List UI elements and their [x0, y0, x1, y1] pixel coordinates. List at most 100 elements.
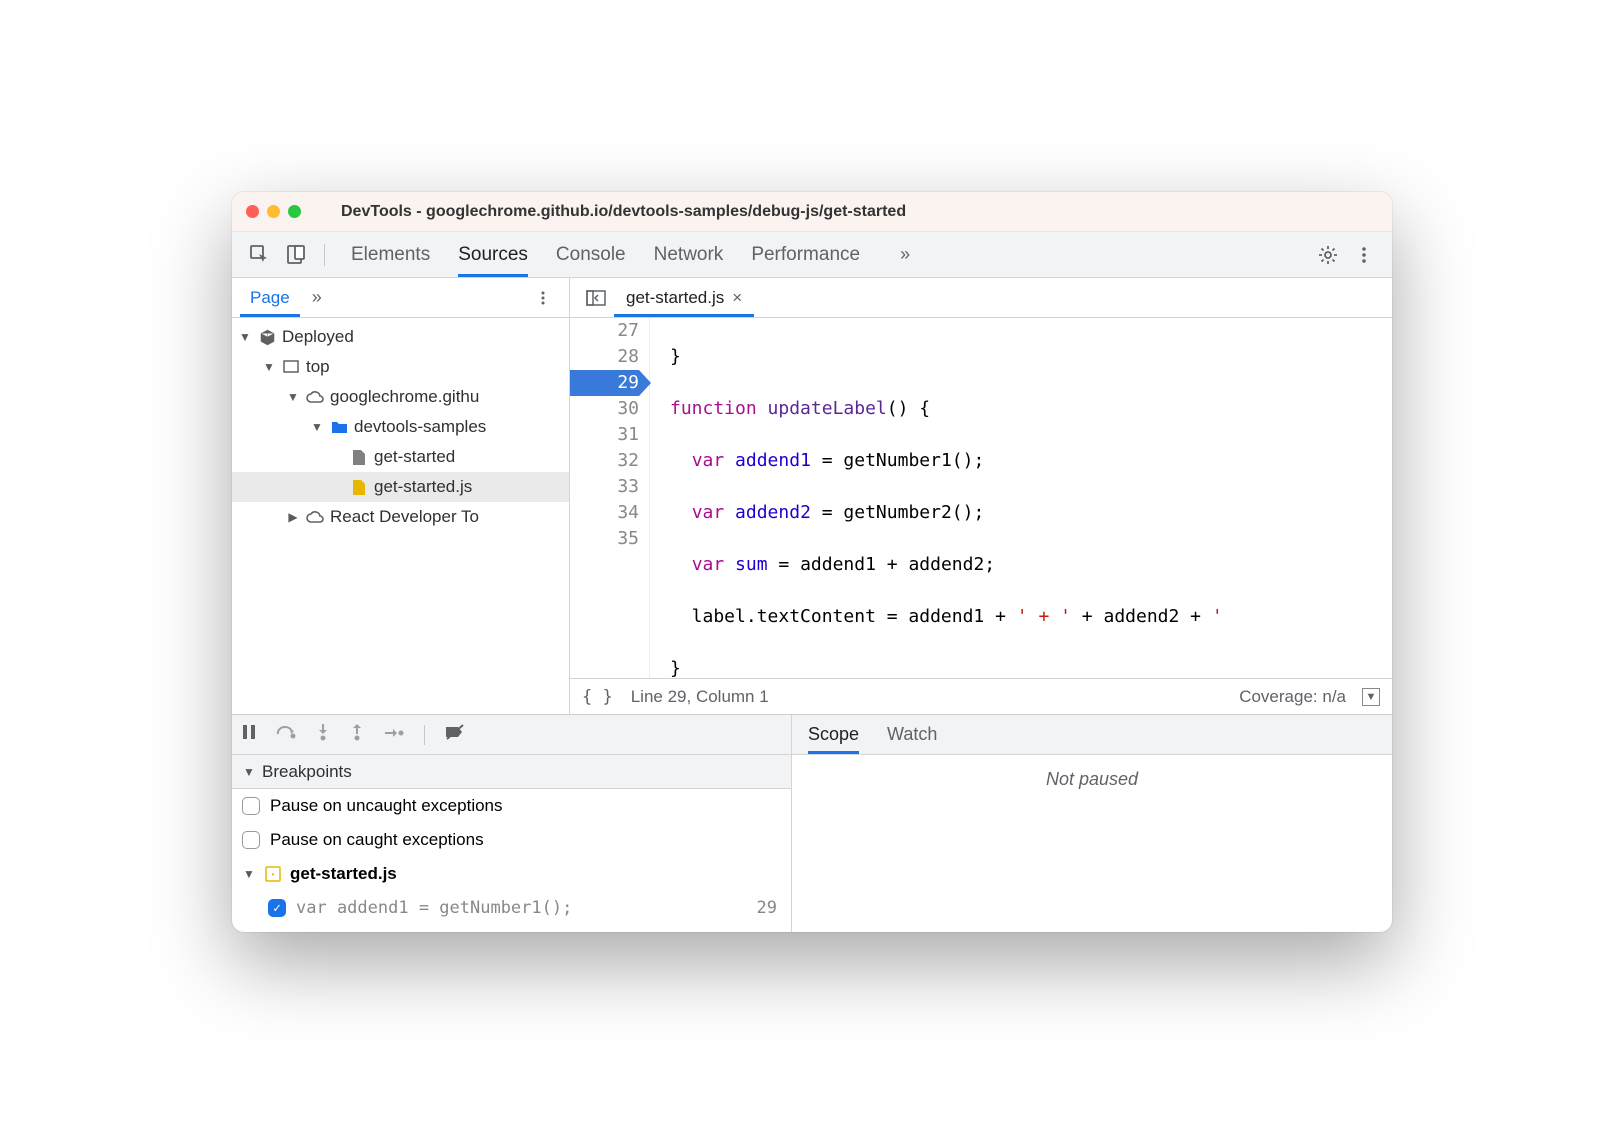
- editor-panel: get-started.js × 27 28 29 30 31 32 33 34: [570, 278, 1392, 714]
- source-text[interactable]: } function updateLabel() { var addend1 =…: [650, 318, 1392, 678]
- coverage-toggle-icon[interactable]: ▼: [1362, 688, 1380, 706]
- chevron-down-icon: ▼: [242, 765, 256, 779]
- tab-performance[interactable]: Performance: [751, 232, 860, 277]
- editor-tabbar: get-started.js ×: [570, 278, 1392, 318]
- divider: [324, 244, 325, 266]
- traffic-lights: [246, 205, 301, 218]
- breakpoint-marker[interactable]: 29: [570, 370, 639, 396]
- settings-icon[interactable]: [1316, 243, 1340, 267]
- navigator-sidebar: Page » ▼ Deployed ▼ top: [232, 278, 570, 714]
- cursor-position: Line 29, Column 1: [631, 687, 769, 707]
- breakpoints-title: Breakpoints: [262, 762, 352, 782]
- main-toolbar: Elements Sources Console Network Perform…: [232, 232, 1392, 278]
- line-gutter[interactable]: 27 28 29 30 31 32 33 34 35: [570, 318, 650, 678]
- editor-status-bar: { } Line 29, Column 1 Coverage: n/a ▼: [570, 678, 1392, 714]
- sidebar-tab-page[interactable]: Page: [240, 278, 300, 317]
- script-badge-icon: •: [264, 865, 282, 883]
- breakpoints-header[interactable]: ▼ Breakpoints: [232, 755, 791, 789]
- tree-label: get-started: [374, 447, 455, 467]
- toggle-navigator-icon[interactable]: [584, 286, 608, 310]
- zoom-window-button[interactable]: [288, 205, 301, 218]
- deactivate-breakpoints-icon[interactable]: [445, 724, 465, 745]
- tab-console[interactable]: Console: [556, 232, 626, 277]
- tree-label: top: [306, 357, 330, 377]
- svg-text:•: •: [272, 870, 275, 879]
- tab-network[interactable]: Network: [654, 232, 724, 277]
- breakpoint-entry[interactable]: ✓ var addend1 = getNumber1(); 29: [232, 891, 791, 925]
- close-tab-icon[interactable]: ×: [732, 288, 742, 308]
- kebab-menu-icon[interactable]: [1352, 243, 1376, 267]
- step-icon[interactable]: [384, 724, 404, 745]
- tab-watch[interactable]: Watch: [887, 715, 937, 754]
- sidebar-menu-icon[interactable]: [531, 286, 555, 310]
- not-paused-message: Not paused: [792, 755, 1392, 932]
- pause-icon[interactable]: [242, 724, 256, 745]
- main-area: Page » ▼ Deployed ▼ top: [232, 278, 1392, 932]
- coverage-status: Coverage: n/a: [1239, 687, 1346, 707]
- tree-top[interactable]: ▼ top: [232, 352, 569, 382]
- tree-file-js[interactable]: get-started.js: [232, 472, 569, 502]
- file-tab-label: get-started.js: [626, 288, 724, 308]
- tree-label: React Developer To: [330, 507, 479, 527]
- pause-caught-row[interactable]: Pause on caught exceptions: [232, 823, 791, 857]
- checkbox-checked[interactable]: ✓: [268, 899, 286, 917]
- tab-scope[interactable]: Scope: [808, 715, 859, 754]
- scope-watch-tabs: Scope Watch: [792, 715, 1392, 755]
- tree-file-html[interactable]: get-started: [232, 442, 569, 472]
- titlebar: DevTools - googlechrome.github.io/devtoo…: [232, 192, 1392, 232]
- more-tabs-icon[interactable]: »: [900, 244, 910, 265]
- breakpoint-file-group[interactable]: ▼ • get-started.js: [232, 857, 791, 891]
- debugger-right: Scope Watch Not paused: [792, 715, 1392, 932]
- sidebar-more-icon[interactable]: »: [312, 287, 322, 308]
- editor-file-tab[interactable]: get-started.js ×: [614, 278, 754, 317]
- tree-folder[interactable]: ▼ devtools-samples: [232, 412, 569, 442]
- tab-sources[interactable]: Sources: [458, 232, 528, 277]
- step-out-icon[interactable]: [350, 723, 364, 746]
- panel-tabs: Elements Sources Console Network Perform…: [351, 232, 910, 277]
- step-over-icon[interactable]: [276, 724, 296, 745]
- pause-uncaught-label: Pause on uncaught exceptions: [270, 796, 503, 816]
- tree-label: devtools-samples: [354, 417, 486, 437]
- tree-label: Deployed: [282, 327, 354, 347]
- tree-label: googlechrome.githu: [330, 387, 479, 407]
- cloud-icon: [306, 388, 324, 406]
- upper-panels: Page » ▼ Deployed ▼ top: [232, 278, 1392, 714]
- breakpoint-line-number: 29: [757, 898, 781, 918]
- cube-icon: [258, 328, 276, 346]
- device-toolbar-icon[interactable]: [284, 243, 308, 267]
- tree-label: get-started.js: [374, 477, 472, 497]
- checkbox-unchecked[interactable]: [242, 831, 260, 849]
- pause-caught-label: Pause on caught exceptions: [270, 830, 484, 850]
- tab-elements[interactable]: Elements: [351, 232, 430, 277]
- debugger-controls: [232, 715, 791, 755]
- step-into-icon[interactable]: [316, 723, 330, 746]
- debugger-left: ▼ Breakpoints Pause on uncaught exceptio…: [232, 715, 792, 932]
- chevron-down-icon: ▼: [310, 420, 324, 434]
- close-window-button[interactable]: [246, 205, 259, 218]
- pretty-print-icon[interactable]: { }: [582, 687, 613, 707]
- cloud-icon: [306, 508, 324, 526]
- tree-react-ext[interactable]: ▶ React Developer To: [232, 502, 569, 532]
- code-editor[interactable]: 27 28 29 30 31 32 33 34 35 } function up…: [570, 318, 1392, 678]
- checkbox-unchecked[interactable]: [242, 797, 260, 815]
- breakpoint-code: var addend1 = getNumber1();: [296, 898, 572, 918]
- chevron-down-icon: ▼: [238, 330, 252, 344]
- chevron-right-icon: ▶: [286, 510, 300, 524]
- window-title: DevTools - googlechrome.github.io/devtoo…: [341, 203, 1378, 221]
- inspect-element-icon[interactable]: [248, 243, 272, 267]
- frame-icon: [282, 358, 300, 376]
- minimize-window-button[interactable]: [267, 205, 280, 218]
- debugger-panel: ▼ Breakpoints Pause on uncaught exceptio…: [232, 714, 1392, 932]
- tree-deployed[interactable]: ▼ Deployed: [232, 322, 569, 352]
- chevron-down-icon: ▼: [262, 360, 276, 374]
- document-icon: [350, 448, 368, 466]
- chevron-down-icon: ▼: [242, 867, 256, 881]
- breakpoint-file-label: get-started.js: [290, 864, 397, 884]
- chevron-down-icon: ▼: [286, 390, 300, 404]
- script-icon: [350, 478, 368, 496]
- tree-host[interactable]: ▼ googlechrome.githu: [232, 382, 569, 412]
- devtools-window: DevTools - googlechrome.github.io/devtoo…: [232, 192, 1392, 932]
- file-tree: ▼ Deployed ▼ top ▼ googlechrome.githu: [232, 318, 569, 714]
- sidebar-header: Page »: [232, 278, 569, 318]
- pause-uncaught-row[interactable]: Pause on uncaught exceptions: [232, 789, 791, 823]
